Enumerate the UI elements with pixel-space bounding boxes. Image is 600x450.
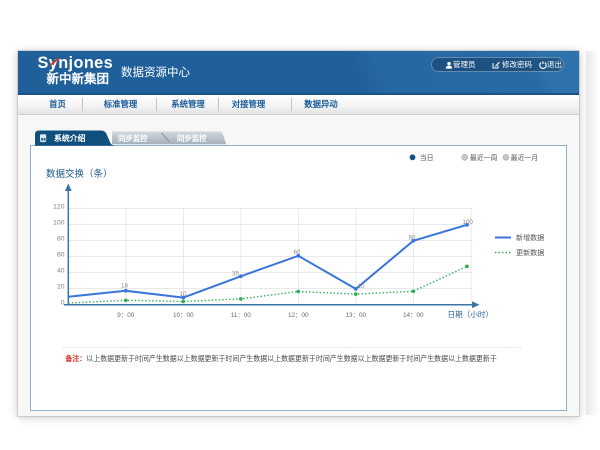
- svg-text:11：00: 11：00: [231, 312, 252, 319]
- svg-text:10：00: 10：00: [173, 312, 194, 319]
- svg-text:14：00: 14：00: [403, 312, 424, 319]
- svg-text:80: 80: [409, 235, 416, 242]
- svg-text:当日: 当日: [420, 153, 434, 162]
- svg-text:同步监控: 同步监控: [177, 134, 207, 143]
- svg-text:12：00: 12：00: [288, 312, 309, 319]
- svg-text:60: 60: [57, 251, 65, 258]
- svg-text:9：00: 9：00: [117, 312, 134, 319]
- svg-text:最近一月: 最近一月: [511, 153, 539, 162]
- svg-text:0: 0: [61, 299, 65, 306]
- svg-text:100: 100: [53, 219, 65, 226]
- svg-text:80: 80: [57, 235, 65, 242]
- svg-text:10: 10: [358, 283, 365, 290]
- svg-text:同步监控: 同步监控: [118, 134, 148, 143]
- svg-text:20: 20: [57, 283, 65, 290]
- svg-text:更新数据: 更新数据: [516, 248, 544, 257]
- svg-text:100: 100: [463, 219, 474, 226]
- svg-text:日期（小时）: 日期（小时）: [448, 309, 494, 319]
- svg-text:最近一周: 最近一周: [470, 153, 498, 162]
- svg-text:120: 120: [53, 203, 65, 210]
- svg-text:10: 10: [180, 291, 187, 298]
- svg-text:35: 35: [232, 271, 239, 278]
- svg-text:60: 60: [294, 249, 301, 256]
- svg-text:新增数据: 新增数据: [516, 233, 544, 242]
- svg-text:数据交换（条）: 数据交换（条）: [46, 168, 113, 180]
- svg-text:40: 40: [57, 267, 65, 274]
- svg-text:18: 18: [121, 283, 128, 290]
- svg-text:系统介绍: 系统介绍: [54, 133, 86, 143]
- svg-text:13：00: 13：00: [345, 312, 366, 319]
